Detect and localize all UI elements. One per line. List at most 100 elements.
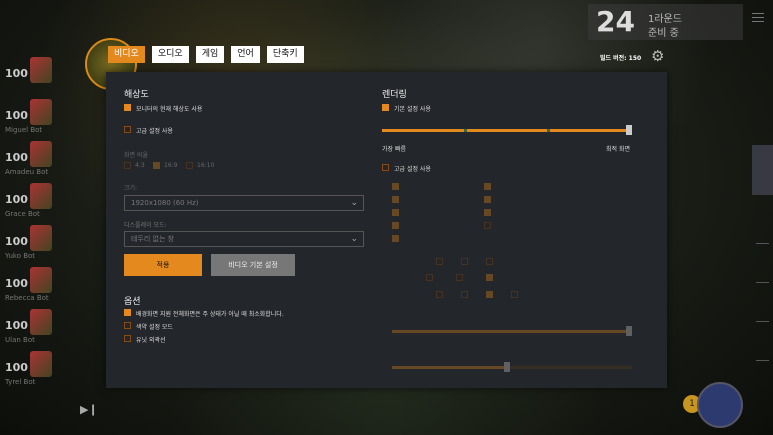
advanced-res-label: 고급 설정 사용 [136, 128, 173, 135]
menu-icon[interactable] [752, 10, 764, 25]
round-label: 1라운드 [648, 14, 682, 25]
chevron-down-icon: ⌄ [350, 234, 358, 244]
player-hp: 100 [5, 361, 28, 374]
aspect-16-9-checkbox[interactable] [153, 162, 160, 169]
tab-game[interactable]: 게임 [195, 46, 225, 63]
size-label: 크기: [124, 185, 138, 192]
minimize-label: 배경화면 지원 전체화면은 주 상태가 아닐 때 최소화합니다. [136, 311, 284, 318]
player-avatar [30, 309, 52, 335]
adv-option-checkbox[interactable] [456, 274, 463, 281]
player-entry[interactable]: 100 Miguel Bot [0, 97, 55, 139]
adv-slider-fill [392, 330, 632, 333]
adv-slider[interactable] [392, 362, 632, 372]
adv-option-checkbox[interactable] [392, 222, 399, 229]
skip-icon[interactable]: ▶❙ [80, 403, 98, 416]
size-select[interactable]: 1920x1080 (60 Hz) ⌄ [124, 195, 364, 211]
colorblind-label: 색약 설정 모드 [136, 324, 173, 331]
render-basic-checkbox[interactable] [382, 104, 389, 111]
settings-tabs: 비디오 오디오 게임 언어 단축키 [108, 46, 304, 63]
quality-slider-knob[interactable] [626, 125, 632, 135]
quality-slider[interactable] [382, 125, 632, 135]
adv-slider[interactable] [392, 326, 632, 336]
adv-option-checkbox[interactable] [461, 258, 468, 265]
player-avatar [30, 225, 52, 251]
tab-video[interactable]: 비디오 [108, 46, 145, 63]
adv-option-checkbox[interactable] [511, 291, 518, 298]
video-defaults-button[interactable]: 비디오 기본 설정 [211, 254, 295, 276]
player-name: Rebecca Bot [5, 294, 49, 302]
render-advanced-checkbox[interactable] [382, 164, 389, 171]
unit-outline-checkbox[interactable] [124, 335, 131, 342]
minimize-checkbox[interactable] [124, 309, 131, 316]
display-mode-select[interactable]: 테두리 없는 창 ⌄ [124, 231, 364, 247]
quality-tick [464, 129, 467, 132]
adv-option-checkbox[interactable] [486, 274, 493, 281]
player-list: 100 100 Miguel Bot 100 Amadeu Bot 100 Grace Bo… [0, 55, 55, 391]
options-heading: 옵션 [124, 297, 141, 307]
tab-hotkeys[interactable]: 단축키 [266, 46, 304, 63]
apply-button[interactable]: 적용 [124, 254, 202, 276]
player-entry[interactable]: 100 Amadeu Bot [0, 139, 55, 181]
adv-slider-knob[interactable] [626, 326, 632, 336]
player-hp: 100 [5, 109, 28, 122]
aspect-4-3-checkbox[interactable] [124, 162, 131, 169]
adv-option-checkbox[interactable] [484, 209, 491, 216]
adv-option-checkbox[interactable] [392, 209, 399, 216]
player-entry[interactable]: 100 [0, 55, 55, 97]
round-number: 24 [596, 5, 635, 38]
size-value: 1920x1080 (60 Hz) [131, 199, 199, 207]
player-hp: 100 [5, 277, 28, 290]
adv-option-checkbox[interactable] [392, 183, 399, 190]
player-name: Yuko Bot [5, 252, 36, 260]
player-entry[interactable]: 100 Rebecca Bot [0, 265, 55, 307]
video-settings-panel: 해상도 모니터의 현재 해상도 사용 고급 설정 사용 화면 비율 4:3 16… [106, 72, 667, 388]
player-entry[interactable]: 100 Ulan Bot [0, 307, 55, 349]
adv-option-checkbox[interactable] [436, 258, 443, 265]
adv-option-checkbox[interactable] [426, 274, 433, 281]
player-avatar [30, 99, 52, 125]
player-entry[interactable]: 100 Grace Bot [0, 181, 55, 223]
chevron-down-icon: ⌄ [350, 198, 358, 208]
render-heading: 렌더링 [382, 90, 407, 100]
aspect-16-10-checkbox[interactable] [186, 162, 193, 169]
shop-button[interactable] [697, 382, 743, 428]
adv-option-checkbox[interactable] [461, 291, 468, 298]
resolution-heading: 해상도 [124, 90, 149, 100]
player-hp: 100 [5, 151, 28, 164]
tab-audio[interactable]: 오디오 [151, 46, 189, 63]
player-name: Tyrel Bot [5, 378, 36, 386]
colorblind-checkbox[interactable] [124, 322, 131, 329]
player-entry[interactable]: 100 Yuko Bot [0, 223, 55, 265]
aspect-label: 화면 비율 [124, 152, 148, 159]
player-avatar [30, 351, 52, 377]
monitor-res-checkbox[interactable] [124, 104, 131, 111]
player-avatar [30, 57, 52, 83]
gear-icon[interactable]: ⚙ [651, 47, 664, 65]
adv-option-checkbox[interactable] [484, 183, 491, 190]
quality-min-label: 가장 빠름 [382, 146, 406, 153]
adv-option-checkbox[interactable] [484, 222, 491, 229]
player-entry[interactable]: 100 Tyrel Bot [0, 349, 55, 391]
adv-option-checkbox[interactable] [486, 258, 493, 265]
adv-option-checkbox[interactable] [484, 196, 491, 203]
side-panel-lines [752, 205, 773, 375]
adv-slider-knob[interactable] [504, 362, 510, 372]
tab-language[interactable]: 언어 [231, 46, 260, 63]
adv-slider-fill [392, 366, 507, 369]
render-advanced-label: 고급 설정 사용 [394, 166, 431, 173]
quality-max-label: 최적 화면 [606, 146, 630, 153]
player-name: Miguel Bot [5, 126, 43, 134]
player-avatar [30, 183, 52, 209]
advanced-res-checkbox[interactable] [124, 126, 131, 133]
aspect-4-3-label: 4:3 [135, 162, 145, 169]
player-hp: 100 [5, 67, 28, 80]
adv-option-checkbox[interactable] [486, 291, 493, 298]
adv-option-checkbox[interactable] [436, 291, 443, 298]
side-tab[interactable] [752, 145, 773, 195]
monitor-res-label: 모니터의 현재 해상도 사용 [136, 106, 203, 113]
aspect-16-10-label: 16:10 [197, 162, 215, 169]
render-basic-label: 기본 설정 사용 [394, 106, 431, 113]
adv-option-checkbox[interactable] [392, 235, 399, 242]
adv-option-checkbox[interactable] [392, 196, 399, 203]
display-mode-label: 디스플레이 모드: [124, 222, 167, 229]
